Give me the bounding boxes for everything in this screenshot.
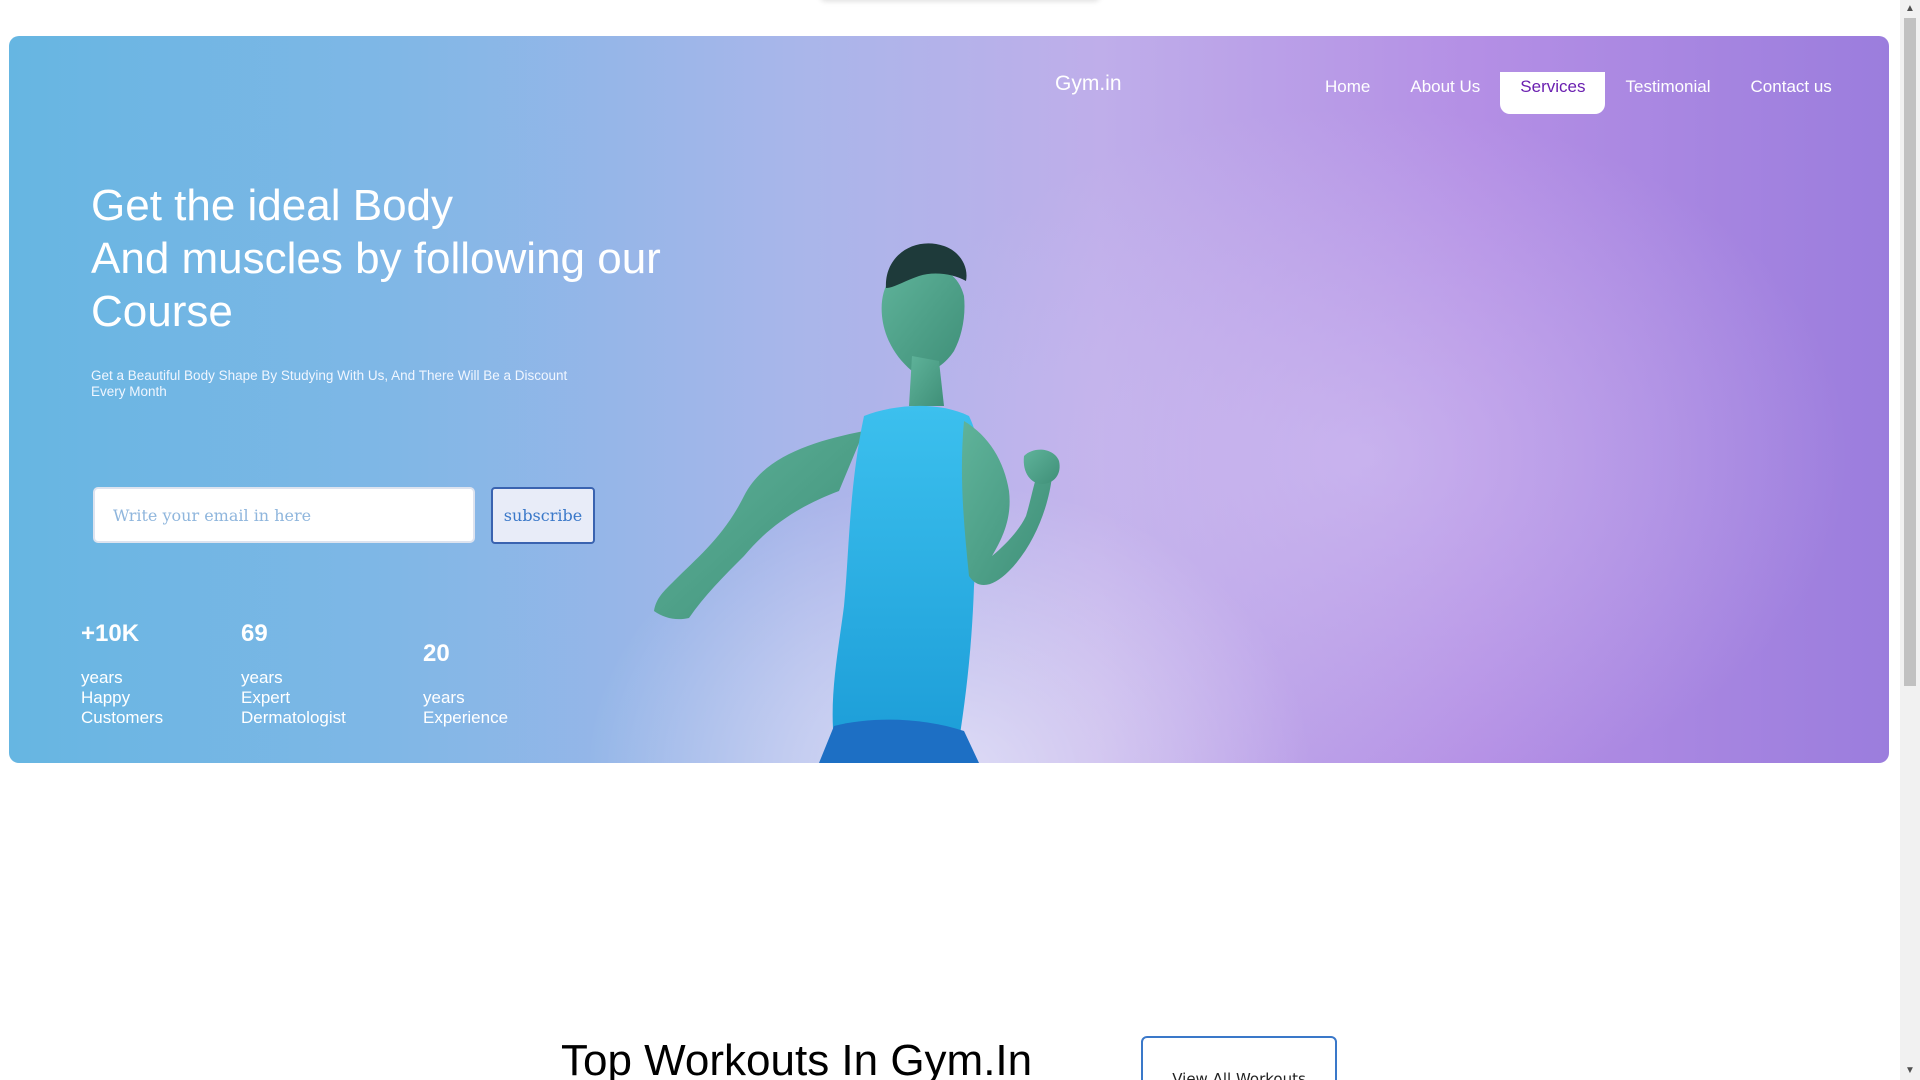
stat-experience: 20 years Experience <box>423 640 508 728</box>
hero-section: Gym.in Home About Us Services Testimonia… <box>9 36 1889 763</box>
main-nav: Home About Us Services Testimonial Conta… <box>1305 72 1852 114</box>
hero-headline-line-1: Get the ideal Body <box>91 181 454 230</box>
page: Gym.in Home About Us Services Testimonia… <box>0 0 1920 1080</box>
nav-item-testimonial[interactable]: Testimonial <box>1605 72 1730 114</box>
runner-front-arm <box>961 421 1052 586</box>
hero-subtext: Get a Beautiful Body Shape By Studying W… <box>91 368 611 400</box>
runner-shirt <box>832 405 981 741</box>
stat-customers: +10K years Happy Customers <box>81 620 163 728</box>
hero-headline-line-3: Course <box>91 287 233 336</box>
hero-headline-line-2: And muscles by following our <box>91 234 661 283</box>
stat-experience-label: years Experience <box>423 688 509 727</box>
hero-subtext-line-2: Every Month <box>91 384 167 399</box>
scroll-up-icon[interactable]: ▲ <box>1900 0 1920 18</box>
nav-item-services[interactable]: Services <box>1500 72 1606 114</box>
subscribe-button[interactable]: subscribe <box>491 487 595 544</box>
nav-item-home[interactable]: Home <box>1305 72 1390 114</box>
runner-back-arm <box>654 431 864 620</box>
scroll-thumb[interactable] <box>1904 18 1916 686</box>
scroll-down-icon[interactable]: ▼ <box>1900 1062 1920 1080</box>
stat-dermatologist: 69 years Expert Dermatologist <box>241 620 346 728</box>
stat-experience-value: 20 <box>423 640 450 667</box>
view-all-workouts-button[interactable]: View All Workouts <box>1141 1036 1337 1080</box>
runner-image <box>654 243 1060 763</box>
nav-item-about-us[interactable]: About Us <box>1390 72 1500 114</box>
nav-item-contact-us[interactable]: Contact us <box>1731 72 1852 114</box>
hero-headline: Get the ideal Body And muscles by follow… <box>91 179 661 338</box>
page-scrollbar[interactable]: ▲ ▼ <box>1900 0 1920 1080</box>
stat-customers-label: years Happy Customers <box>81 668 164 727</box>
runner-neck <box>909 356 944 406</box>
email-input[interactable] <box>93 487 475 543</box>
stat-dermatologist-value: 69 <box>241 620 268 647</box>
hero-subtext-line-1: Get a Beautiful Body Shape By Studying W… <box>91 368 568 383</box>
workouts-section-title: Top Workouts In Gym.In <box>561 1036 1033 1080</box>
runner-fist <box>1023 449 1060 484</box>
stat-customers-value: +10K <box>81 620 140 647</box>
nav-logo[interactable]: Gym.in <box>1055 72 1122 96</box>
stat-dermatologist-label: years Expert Dermatologist <box>241 668 346 727</box>
